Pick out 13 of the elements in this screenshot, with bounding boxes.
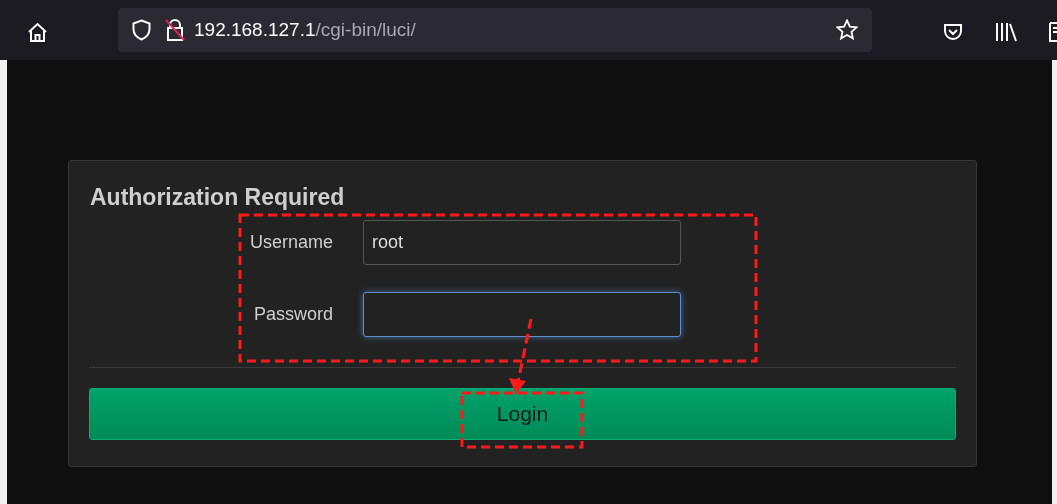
library-icon[interactable] bbox=[995, 22, 1017, 42]
input-field[interactable] bbox=[363, 292, 681, 337]
pocket-icon[interactable] bbox=[943, 23, 963, 41]
input-field[interactable]: root bbox=[363, 220, 681, 265]
reader-icon[interactable] bbox=[1047, 22, 1057, 42]
field-label: Password bbox=[252, 303, 334, 326]
insecure-lock-icon[interactable] bbox=[164, 18, 186, 42]
field-label: Username bbox=[248, 231, 334, 254]
shield-icon[interactable] bbox=[132, 19, 151, 41]
form-title: Authorization Required bbox=[90, 183, 346, 211]
login-button[interactable]: Login bbox=[89, 388, 956, 440]
star-icon[interactable] bbox=[836, 19, 858, 41]
home-icon[interactable] bbox=[27, 22, 48, 43]
